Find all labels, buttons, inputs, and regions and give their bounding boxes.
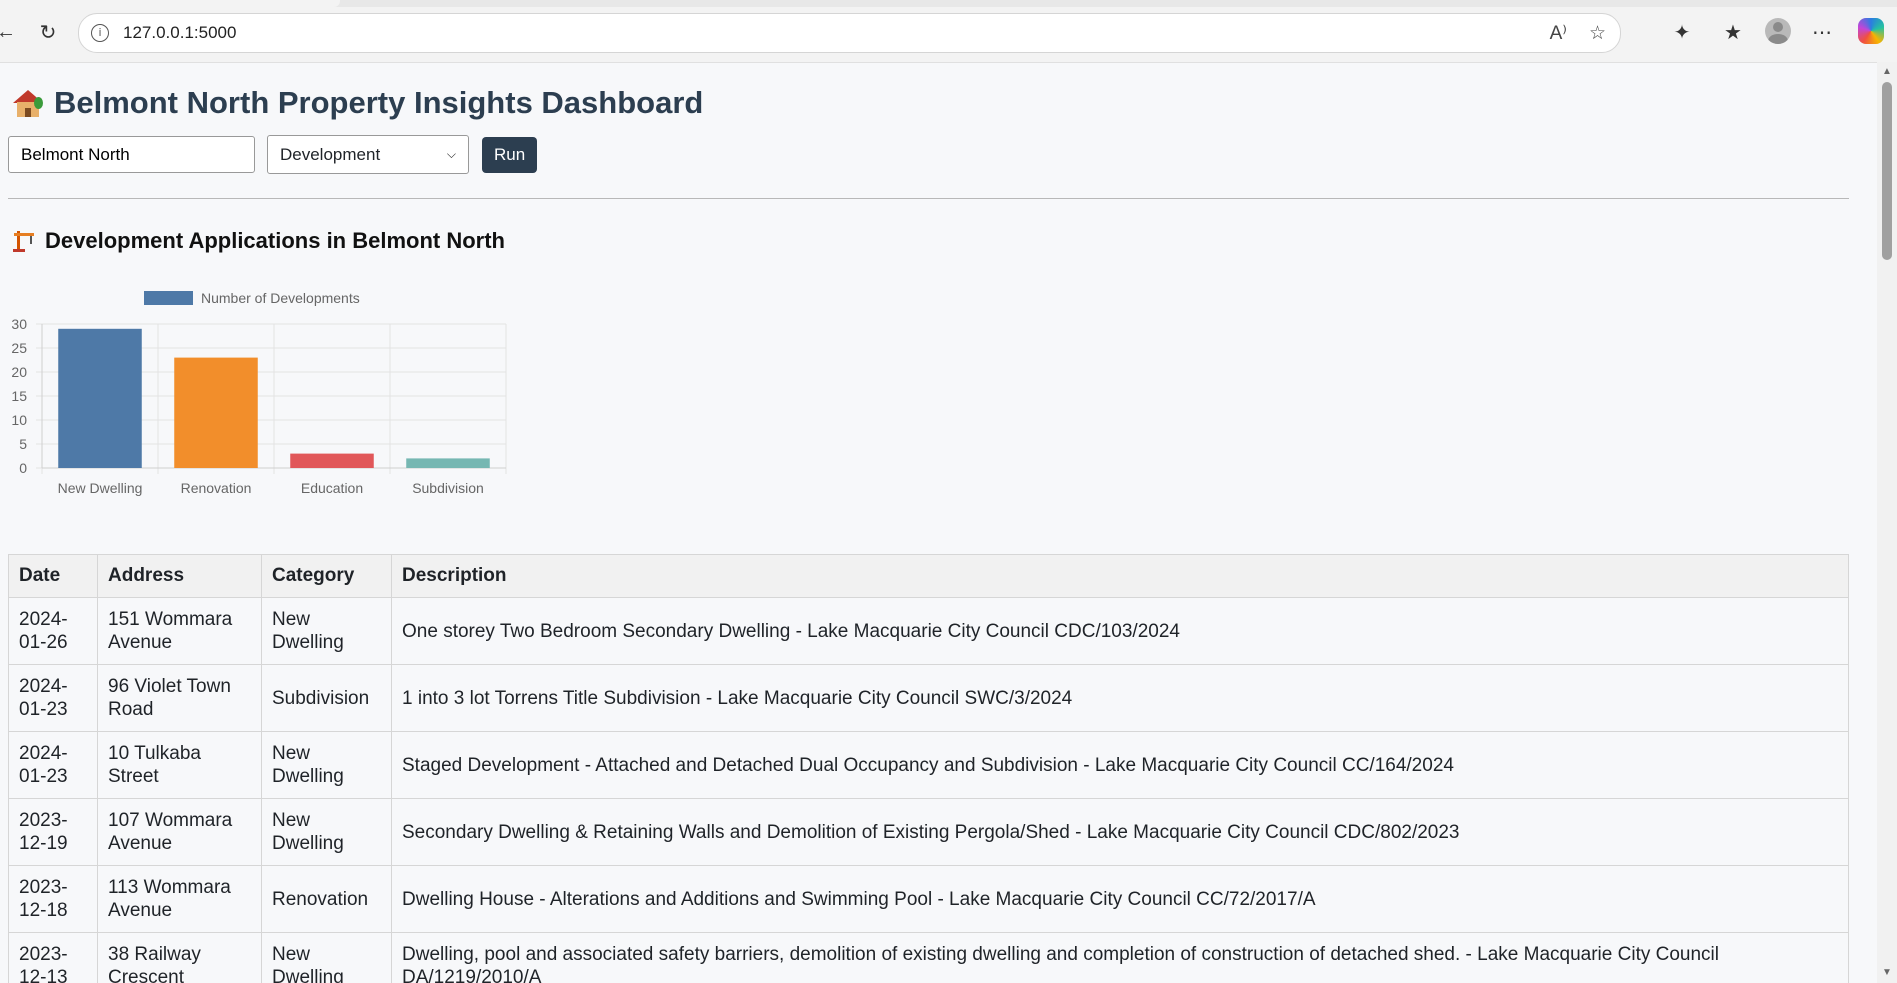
- cell-description: Staged Development - Attached and Detach…: [391, 731, 1849, 799]
- table-row: 2024-01-23 96 Violet Town Road Subdivisi…: [8, 664, 1849, 732]
- cell-description: 1 into 3 lot Torrens Title Subdivision -…: [391, 664, 1849, 732]
- bar-education: [290, 453, 374, 468]
- scrollbar-thumb[interactable]: [1882, 82, 1892, 260]
- cell-description: Dwelling, pool and associated safety bar…: [391, 932, 1849, 983]
- suburb-input[interactable]: [8, 136, 255, 173]
- column-header-address: Address: [97, 554, 262, 598]
- report-type-selected: Development: [280, 144, 381, 164]
- favorite-star-icon[interactable]: ☆: [1589, 22, 1606, 45]
- bar-new-dwelling: [58, 328, 142, 468]
- extensions-icon[interactable]: ✦: [1668, 18, 1696, 46]
- report-type-select[interactable]: Development ⌵: [267, 135, 469, 174]
- active-tab[interactable]: [0, 0, 340, 7]
- page-viewport: Belmont North Property Insights Dashboar…: [0, 62, 1897, 983]
- profile-avatar[interactable]: [1765, 18, 1791, 44]
- house-icon: [12, 87, 44, 119]
- construction-crane-icon: [12, 229, 36, 253]
- query-controls: Development ⌵ Run: [8, 135, 538, 174]
- browser-toolbar: ← ↻ i 127.0.0.1:5000 A⁾ ☆ ✦ ★ ⋯: [0, 0, 1897, 63]
- scroll-down-icon[interactable]: ▼: [1881, 967, 1893, 979]
- x-tick-label: Subdivision: [412, 480, 484, 496]
- cell-description: Secondary Dwelling & Retaining Walls and…: [391, 798, 1849, 866]
- y-tick-label: 30: [11, 316, 27, 332]
- page-title-text: Belmont North Property Insights Dashboar…: [54, 85, 704, 120]
- section-title: Development Applications in Belmont Nort…: [12, 228, 505, 254]
- cell-category: New Dwelling: [261, 932, 392, 983]
- cell-date: 2024-01-23: [8, 664, 98, 732]
- legend-swatch: [144, 291, 193, 305]
- page-scrollbar[interactable]: ▲ ▼: [1877, 62, 1897, 983]
- run-button[interactable]: Run: [482, 136, 538, 173]
- table-header-row: Date Address Category Description: [8, 554, 1849, 598]
- cell-date: 2023-12-13: [8, 932, 98, 983]
- applications-table: Date Address Category Description 2024-0…: [8, 554, 1849, 983]
- column-header-date: Date: [8, 554, 98, 598]
- table-row: 2023-12-13 38 Railway Crescent New Dwell…: [8, 932, 1849, 983]
- cell-address: 113 Wommara Avenue: [97, 865, 262, 933]
- table-row: 2024-01-23 10 Tulkaba Street New Dwellin…: [8, 731, 1849, 799]
- cell-date: 2023-12-19: [8, 798, 98, 866]
- copilot-icon[interactable]: [1858, 18, 1884, 44]
- x-tick-label: Renovation: [181, 480, 252, 496]
- y-tick-label: 5: [19, 436, 27, 452]
- url-text[interactable]: 127.0.0.1:5000: [123, 23, 236, 43]
- cell-address: 38 Railway Crescent: [97, 932, 262, 983]
- cell-address: 151 Wommara Avenue: [97, 597, 262, 665]
- column-header-description: Description: [391, 554, 1849, 598]
- cell-category: New Dwelling: [261, 597, 392, 665]
- chevron-down-icon: ⌵: [446, 147, 456, 161]
- y-tick-label: 15: [11, 388, 27, 404]
- y-tick-label: 25: [11, 340, 27, 356]
- column-header-category: Category: [261, 554, 392, 598]
- cell-category: Renovation: [261, 865, 392, 933]
- back-icon[interactable]: ←: [0, 18, 20, 46]
- y-tick-label: 10: [11, 412, 27, 428]
- read-aloud-icon[interactable]: A⁾: [1550, 22, 1567, 45]
- more-options-icon[interactable]: ⋯: [1808, 18, 1836, 46]
- cell-category: New Dwelling: [261, 731, 392, 799]
- x-tick-label: New Dwelling: [58, 480, 143, 496]
- favorites-icon[interactable]: ★: [1719, 18, 1747, 46]
- page-title: Belmont North Property Insights Dashboar…: [12, 85, 703, 121]
- cell-date: 2024-01-23: [8, 731, 98, 799]
- table-row: 2023-12-18 113 Wommara Avenue Renovation…: [8, 865, 1849, 933]
- site-info-icon[interactable]: i: [91, 24, 109, 42]
- table-row: 2024-01-26 151 Wommara Avenue New Dwelli…: [8, 597, 1849, 665]
- divider: [8, 198, 1849, 199]
- address-bar[interactable]: i 127.0.0.1:5000 A⁾ ☆: [78, 13, 1621, 53]
- table-row: 2023-12-19 107 Wommara Avenue New Dwelli…: [8, 798, 1849, 866]
- chart-legend[interactable]: Number of Developments: [144, 290, 360, 306]
- section-title-text: Development Applications in Belmont Nort…: [45, 228, 505, 253]
- x-tick-label: Education: [301, 480, 363, 496]
- bar-chart: 0 5 10 15 20 25 30 New Dwelling Renovation Educat…: [11, 316, 507, 496]
- bar-renovation: [174, 357, 258, 468]
- bar-subdivision: [406, 458, 490, 468]
- scroll-up-icon[interactable]: ▲: [1881, 66, 1893, 78]
- cell-category: Subdivision: [261, 664, 392, 732]
- cell-address: 107 Wommara Avenue: [97, 798, 262, 866]
- cell-description: One storey Two Bedroom Secondary Dwellin…: [391, 597, 1849, 665]
- tab-strip: [0, 0, 1897, 7]
- cell-date: 2024-01-26: [8, 597, 98, 665]
- cell-category: New Dwelling: [261, 798, 392, 866]
- reload-icon[interactable]: ↻: [34, 18, 62, 46]
- development-chart: Number of Developments 0 5 10 15 20 25 30 New D…: [8, 284, 508, 524]
- cell-address: 96 Violet Town Road: [97, 664, 262, 732]
- legend-label: Number of Developments: [201, 290, 360, 306]
- y-tick-label: 0: [19, 460, 27, 476]
- cell-description: Dwelling House - Alterations and Additio…: [391, 865, 1849, 933]
- y-tick-label: 20: [11, 364, 27, 380]
- cell-address: 10 Tulkaba Street: [97, 731, 262, 799]
- cell-date: 2023-12-18: [8, 865, 98, 933]
